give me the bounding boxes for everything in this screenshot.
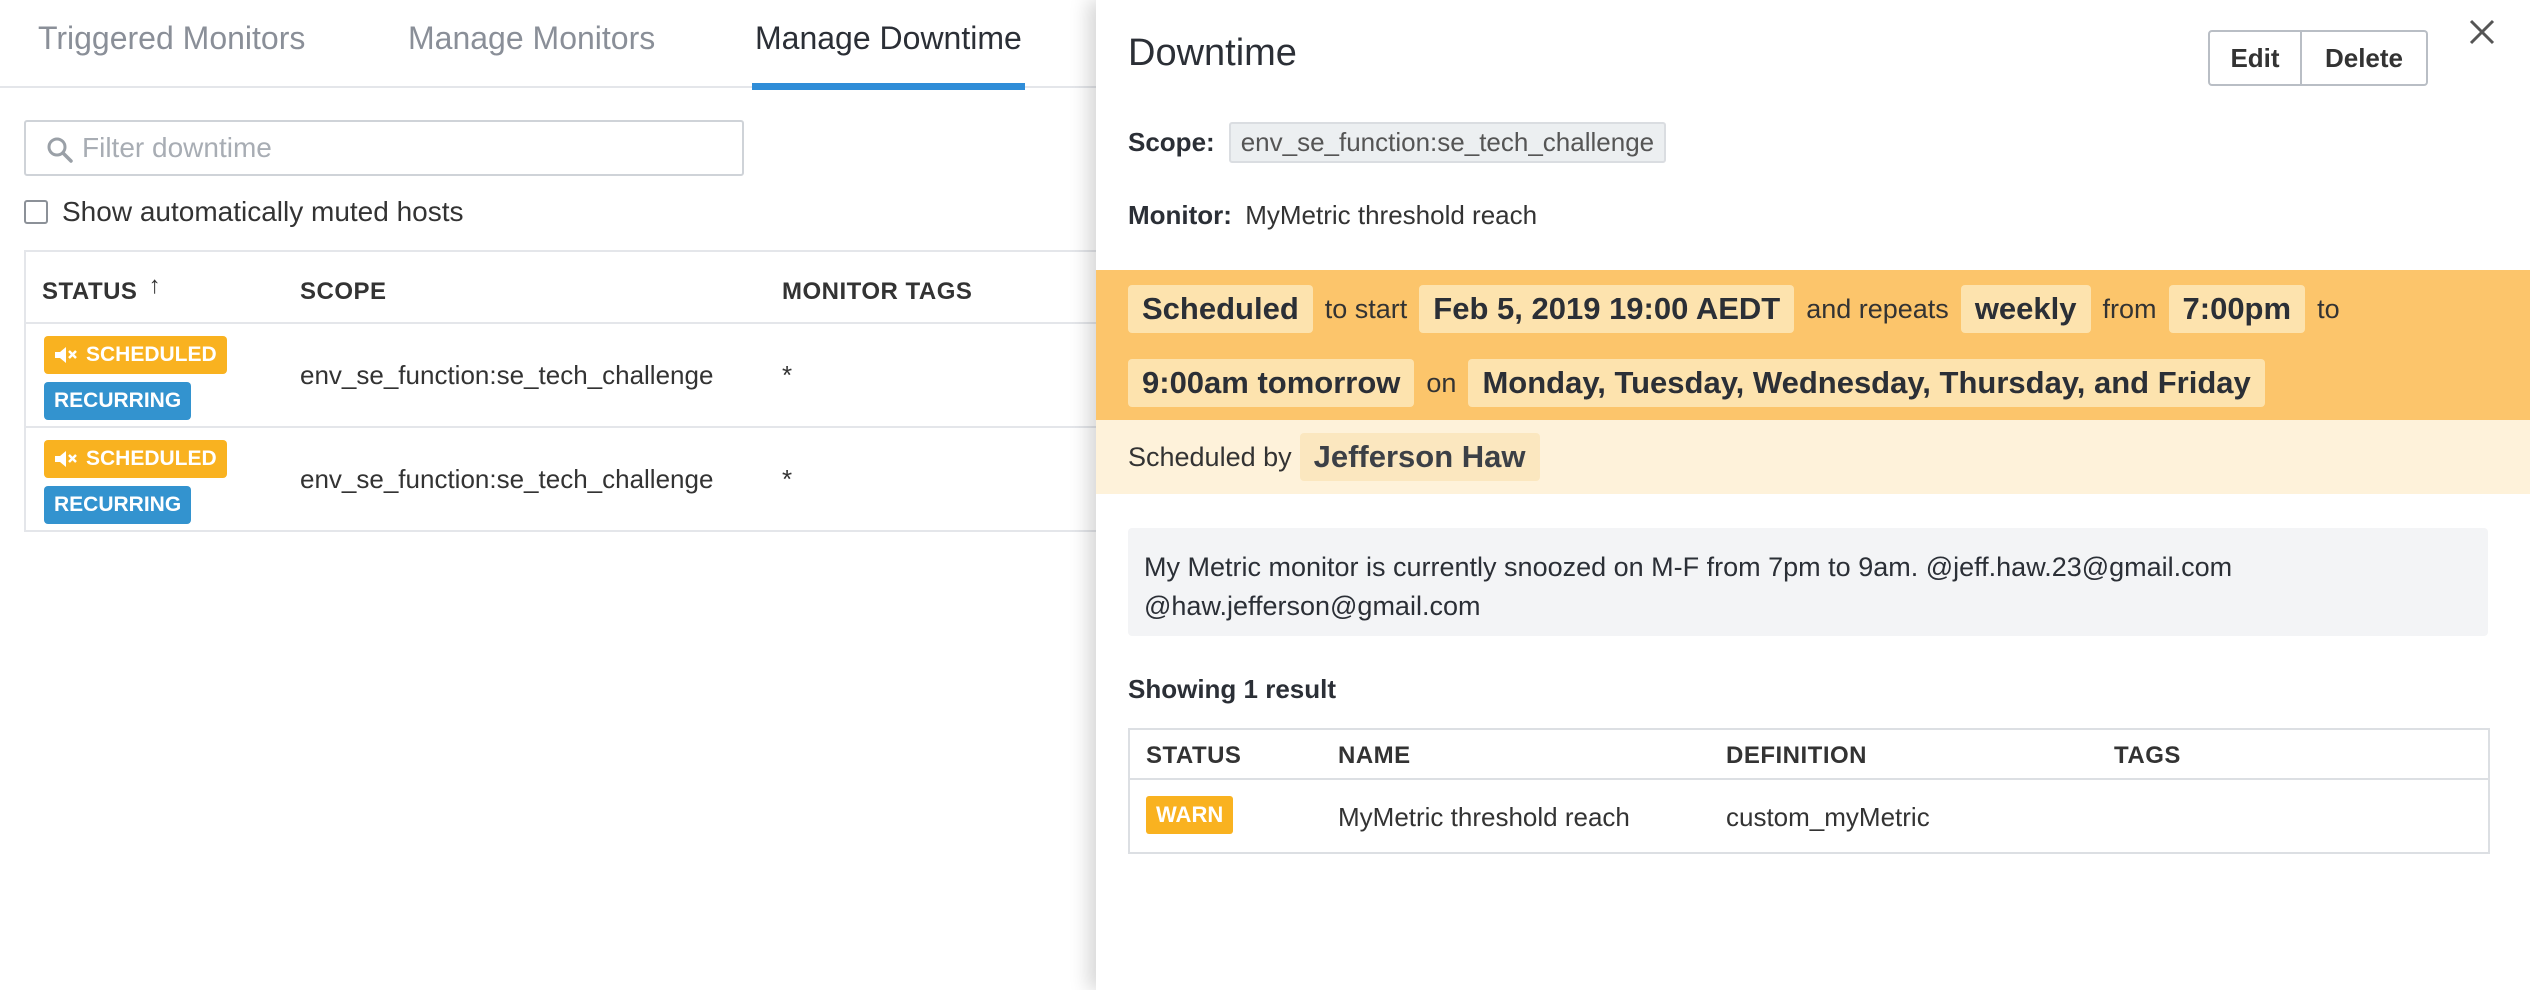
schedule-on-text: on — [1426, 367, 1457, 398]
schedule-line-2: 9:00am tomorrow on Monday, Tuesday, Wedn… — [1128, 356, 2265, 410]
downtime-table: STATUS ↑ SCOPE MONITOR TAGS SCHEDULED RE… — [24, 250, 1120, 532]
column-header-scope[interactable]: SCOPE — [300, 278, 387, 306]
edit-button[interactable]: Edit — [2208, 30, 2302, 86]
panel-action-buttons: Edit Delete — [2208, 30, 2428, 86]
monitors-table-header: STATUS NAME DEFINITION TAGS — [1130, 730, 2488, 780]
show-automuted-checkbox[interactable] — [24, 200, 48, 224]
show-automuted-label: Show automatically muted hosts — [62, 196, 464, 227]
schedule-to-time-chip: 9:00am tomorrow — [1128, 359, 1415, 407]
scheduled-badge-label: SCHEDULED — [86, 343, 217, 366]
tab-manage-downtime[interactable]: Manage Downtime — [752, 20, 1025, 90]
schedule-days-chip: Monday, Tuesday, Wednesday, Thursday, an… — [1468, 359, 2265, 407]
downtime-message: My Metric monitor is currently snoozed o… — [1128, 528, 2488, 636]
filter-downtime-input[interactable] — [82, 128, 722, 168]
results-count: Showing 1 result — [1128, 674, 1337, 704]
scheduled-badge: SCHEDULED — [44, 336, 227, 374]
recurring-badge: RECURRING — [44, 382, 192, 420]
downtime-monitor-tags: * — [782, 464, 793, 494]
schedule-to-text: to — [2317, 293, 2340, 324]
schedule-start-chip: Feb 5, 2019 19:00 AEDT — [1419, 285, 1795, 333]
column-header-status[interactable]: STATUS — [1146, 742, 1241, 770]
panel-title: Downtime — [1128, 32, 1297, 74]
column-header-monitor-tags[interactable]: MONITOR TAGS — [782, 278, 972, 306]
monitor-name-link[interactable]: MyMetric threshold reach — [1338, 802, 1630, 833]
scope-row: Scope: env_se_function:se_tech_challenge — [1128, 121, 1667, 163]
schedule-from-text: from — [2102, 293, 2157, 324]
close-icon[interactable] — [2466, 16, 2498, 48]
downtime-table-header: STATUS ↑ SCOPE MONITOR TAGS — [26, 252, 1120, 324]
column-header-status[interactable]: STATUS ↑ — [42, 272, 161, 306]
scheduled-by-user: Jefferson Haw — [1299, 433, 1540, 481]
table-row[interactable]: SCHEDULED RECURRING env_se_function:se_t… — [26, 324, 1120, 428]
schedule-frequency-chip: weekly — [1960, 285, 2091, 333]
downtime-monitor-tags: * — [782, 360, 793, 390]
downtime-scope: env_se_function:se_tech_challenge — [300, 464, 714, 494]
sort-arrow-icon: ↑ — [148, 272, 162, 299]
table-row[interactable]: WARN MyMetric threshold reach custom_myM… — [1130, 780, 2488, 852]
affected-monitors-table: STATUS NAME DEFINITION TAGS WARN MyMetri… — [1128, 728, 2490, 854]
message-line-1: My Metric monitor is currently snoozed o… — [1144, 552, 2233, 582]
column-header-tags[interactable]: TAGS — [2114, 742, 2181, 770]
monitor-row: Monitor: MyMetric threshold reach — [1128, 200, 1537, 231]
schedule-status-chip: Scheduled — [1128, 285, 1313, 333]
search-icon — [47, 137, 73, 163]
monitor-definition: custom_myMetric — [1726, 802, 1930, 832]
scheduled-by-label: Scheduled by — [1128, 441, 1292, 472]
volume-mute-icon — [55, 347, 77, 363]
schedule-to-start-text: to start — [1324, 293, 1408, 324]
schedule-banner: Scheduled to start Feb 5, 2019 19:00 AED… — [1096, 270, 2530, 420]
column-header-definition[interactable]: DEFINITION — [1726, 742, 1867, 770]
schedule-from-time-chip: 7:00pm — [2168, 285, 2306, 333]
scope-chip: env_se_function:se_tech_challenge — [1228, 121, 1667, 163]
delete-button[interactable]: Delete — [2302, 30, 2428, 86]
column-header-status-label: STATUS — [42, 278, 138, 305]
schedule-and-repeats-text: and repeats — [1806, 293, 1949, 324]
recurring-badge: RECURRING — [44, 486, 192, 524]
message-line-2: @haw.jefferson@gmail.com — [1144, 591, 1481, 621]
scheduled-by-row: Scheduled by Jefferson Haw — [1096, 420, 2530, 494]
downtime-scope: env_se_function:se_tech_challenge — [300, 360, 714, 390]
monitor-value: MyMetric threshold reach — [1245, 200, 1538, 230]
scheduled-badge-label: SCHEDULED — [86, 447, 217, 470]
tab-triggered-monitors[interactable]: Triggered Monitors — [38, 20, 305, 86]
scheduled-badge: SCHEDULED — [44, 440, 227, 478]
tab-manage-downtime-label: Manage Downtime — [755, 20, 1022, 56]
column-header-name[interactable]: NAME — [1338, 742, 1411, 770]
tab-bar: Triggered Monitors Manage Monitors Manag… — [0, 0, 1120, 90]
volume-mute-icon — [55, 451, 77, 467]
downtime-detail-panel: Downtime Edit Delete Scope: env_se_funct… — [1096, 0, 2530, 990]
active-tab-indicator — [752, 83, 1025, 90]
monitor-label: Monitor: — [1128, 200, 1232, 230]
scope-label: Scope: — [1128, 126, 1215, 157]
schedule-line-1: Scheduled to start Feb 5, 2019 19:00 AED… — [1128, 282, 2340, 336]
table-row[interactable]: SCHEDULED RECURRING env_se_function:se_t… — [26, 428, 1120, 532]
tab-manage-monitors[interactable]: Manage Monitors — [408, 20, 655, 86]
show-automuted-hosts[interactable]: Show automatically muted hosts — [24, 196, 464, 228]
filter-downtime-field[interactable] — [24, 120, 744, 176]
warn-status-badge: WARN — [1146, 796, 1234, 834]
